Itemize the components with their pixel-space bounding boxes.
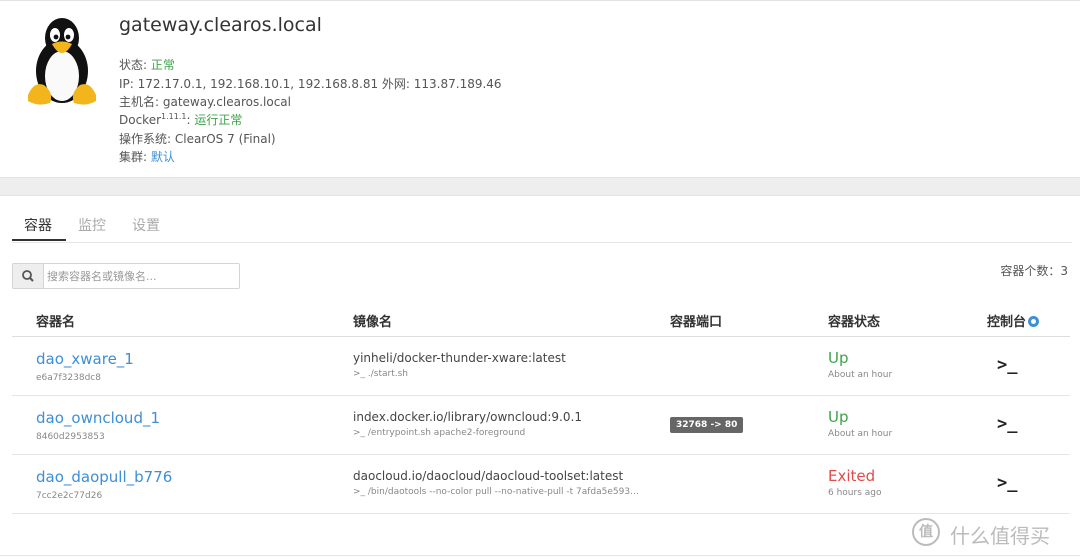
container-id: e6a7f3238dc8 <box>36 373 101 383</box>
container-id: 8460d2953853 <box>36 432 105 442</box>
container-command: >_ ./start.sh <box>353 369 409 379</box>
col-header-status: 容器状态 <box>828 315 881 330</box>
docker-line: Docker1.11.1: 运行正常 <box>119 111 242 128</box>
watermark: 值 什么值得买 <box>912 516 1072 550</box>
console-header-label: 控制台 <box>987 315 1027 330</box>
port-mapping-badge[interactable]: 32768 -> 80 <box>670 417 744 433</box>
container-name-link[interactable]: dao_xware_1 <box>36 350 134 368</box>
tux-logo <box>28 18 96 105</box>
container-name-link[interactable]: dao_daopull_b776 <box>36 468 172 486</box>
cluster-link[interactable]: 默认 <box>151 150 175 164</box>
ip-line: IP: 172.17.0.1, 192.168.10.1, 192.168.8.… <box>119 77 502 91</box>
docker-version: 1.11.1 <box>161 112 187 121</box>
status-value: 正常 <box>150 58 175 72</box>
col-header-port: 容器端口 <box>670 315 723 330</box>
hostname-line: 主机名: gateway.clearos.local <box>119 95 291 109</box>
terminal-icon[interactable]: >_ <box>997 414 1017 434</box>
status-badge: Up <box>828 408 849 426</box>
status-since: About an hour <box>828 370 893 380</box>
status-label: 状态: <box>119 58 151 72</box>
container-id: 7cc2e2c77d26 <box>36 491 103 501</box>
tab-settings[interactable]: 设置 <box>132 215 160 235</box>
docker-label: Docker <box>119 113 162 127</box>
container-command: >_ /entrypoint.sh apache2-foreground <box>353 428 526 438</box>
table-row: dao_owncloud_1 8460d2953853 index.docker… <box>12 396 1070 455</box>
watermark-text: 什么值得买 <box>950 524 1050 548</box>
host-header: gateway.clearos.local 状态: 正常 IP: 172.17.… <box>0 1 1080 177</box>
status-since: 6 hours ago <box>828 488 882 498</box>
host-title: gateway.clearos.local <box>119 14 322 36</box>
tab-monitoring[interactable]: 监控 <box>78 215 106 235</box>
container-count: 容器个数：3 <box>1000 264 1068 278</box>
col-header-console: 控制台 <box>987 311 1040 330</box>
active-tab-indicator <box>12 239 66 241</box>
col-header-name: 容器名 <box>36 315 76 330</box>
tab-containers[interactable]: 容器 <box>24 215 52 235</box>
tab-bar: 容器 监控 设置 <box>12 205 1072 243</box>
terminal-icon[interactable]: >_ <box>997 355 1017 375</box>
table-row: dao_daopull_b776 7cc2e2c77d26 daocloud.i… <box>12 455 1070 514</box>
table-row: dao_xware_1 e6a7f3238dc8 yinheli/docker-… <box>12 337 1070 396</box>
container-name-link[interactable]: dao_owncloud_1 <box>36 409 160 427</box>
search-icon <box>22 270 34 282</box>
search-input[interactable] <box>47 267 232 285</box>
search-button[interactable] <box>13 264 44 288</box>
os-line: 操作系统: ClearOS 7 (Final) <box>119 132 276 146</box>
container-dashboard: gateway.clearos.local 状态: 正常 IP: 172.17.… <box>0 0 1080 559</box>
table-header: 容器名 镜像名 容器端口 容器状态 控制台 <box>12 302 1070 337</box>
search-box <box>12 263 240 289</box>
image-name: daocloud.io/daocloud/daocloud-toolset:la… <box>353 469 624 483</box>
status-line: 状态: 正常 <box>119 56 175 73</box>
settings-icon[interactable] <box>1028 316 1040 327</box>
status-badge: Up <box>828 349 849 367</box>
status-since: About an hour <box>828 429 893 439</box>
cluster-label: 集群: <box>119 150 151 164</box>
image-name: yinheli/docker-thunder-xware:latest <box>353 351 566 365</box>
section-divider <box>0 177 1080 196</box>
status-badge: Exited <box>828 467 876 485</box>
terminal-icon[interactable]: >_ <box>997 473 1017 493</box>
container-command: >_ /bin/daotools --no-color pull --no-na… <box>353 487 639 497</box>
image-name: index.docker.io/library/owncloud:9.0.1 <box>353 410 582 424</box>
bottom-border <box>0 555 1080 556</box>
watermark-badge: 值 <box>912 518 940 546</box>
docker-status: 运行正常 <box>194 113 243 127</box>
col-header-image: 镜像名 <box>353 315 393 330</box>
cluster-line: 集群: 默认 <box>119 148 175 165</box>
